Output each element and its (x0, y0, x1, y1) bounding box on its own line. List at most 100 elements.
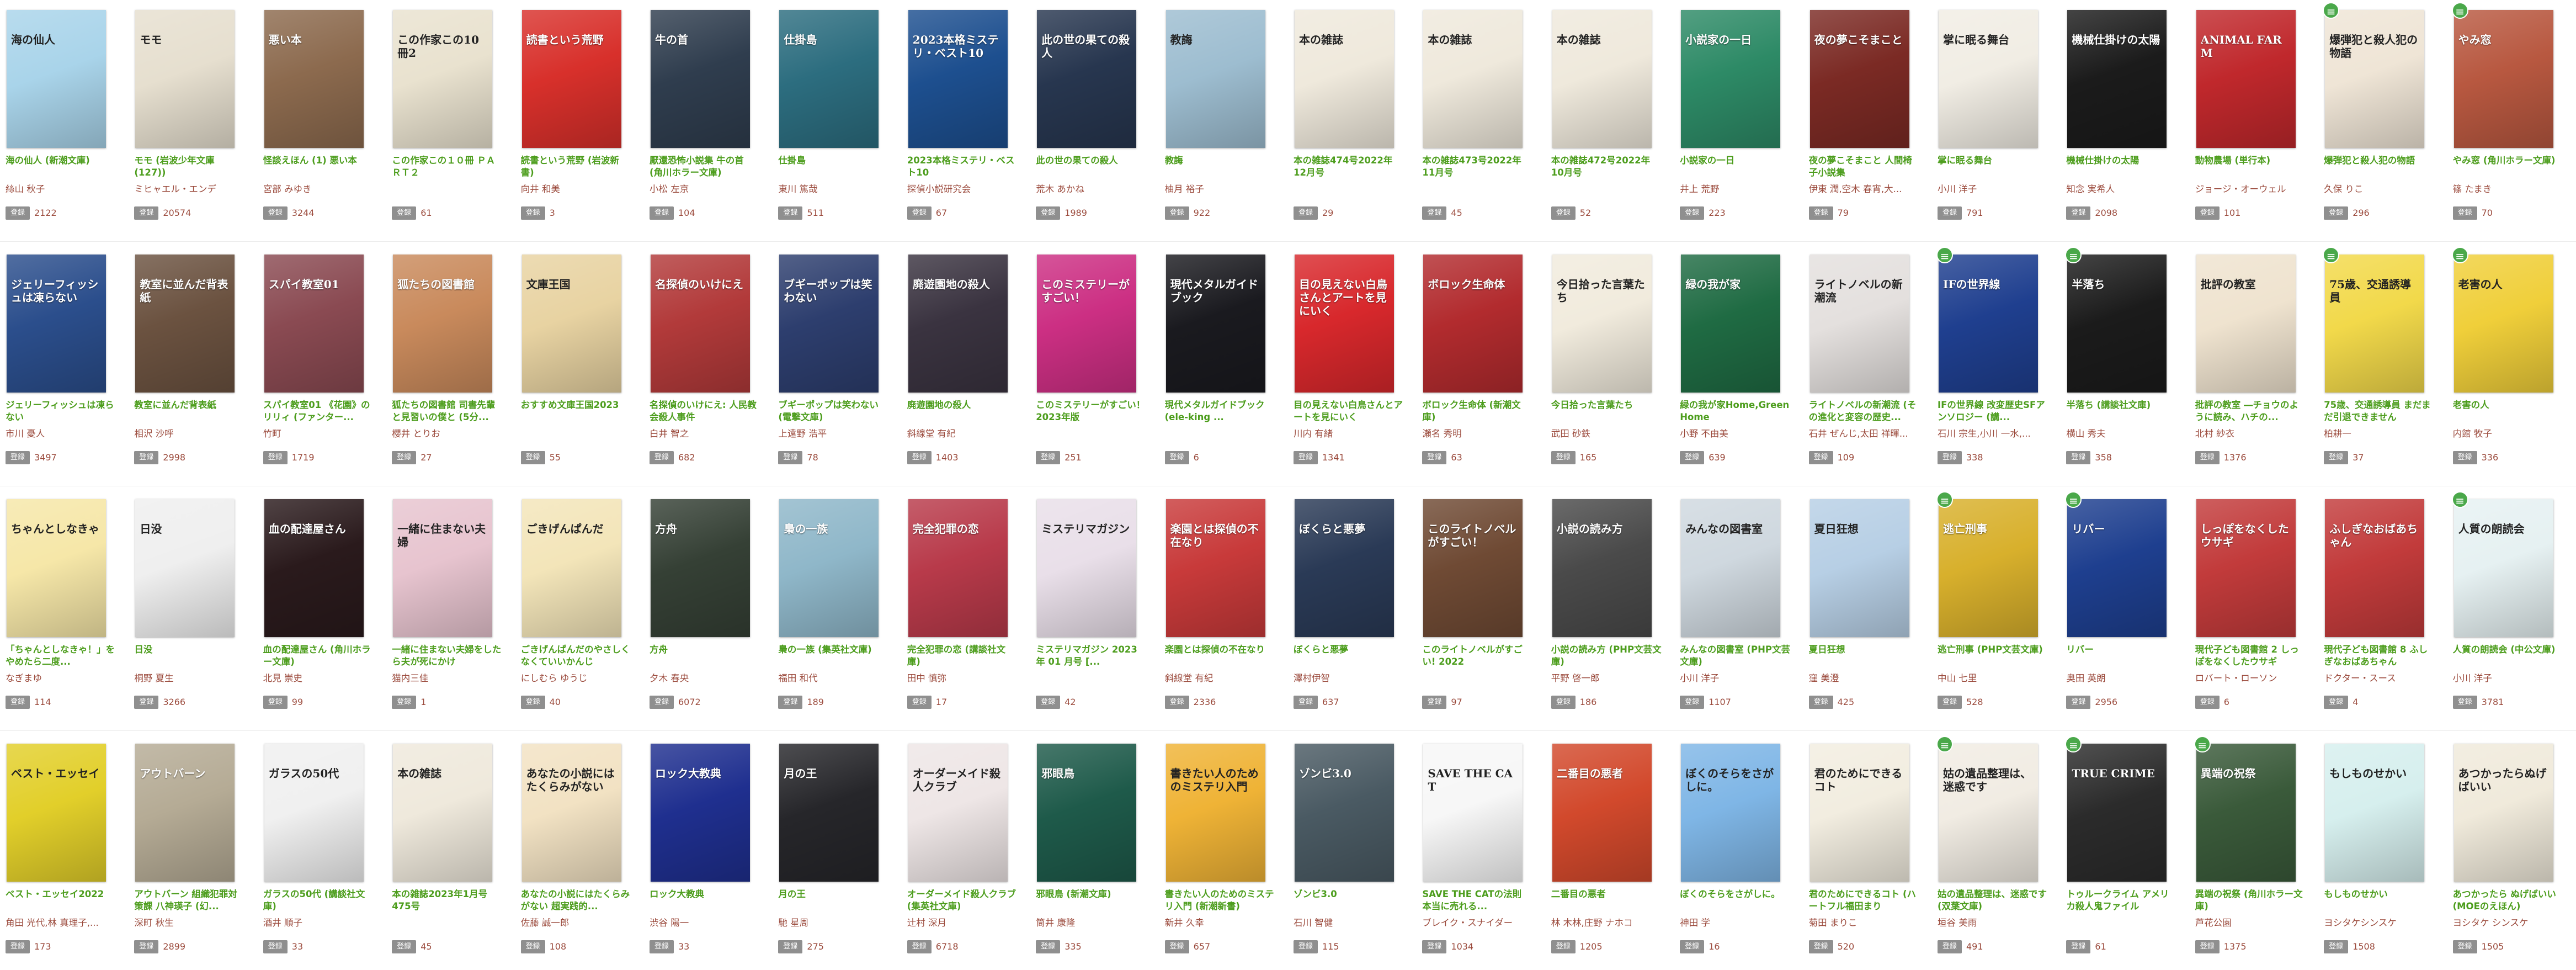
book-author-link[interactable]: 相沢 沙呼 (134, 428, 244, 440)
register-button[interactable]: 登録 (1294, 696, 1318, 709)
book-title-link[interactable]: 小説の読み方 (PHP文芸文庫) (1551, 644, 1662, 668)
book-author-link[interactable]: 石井 ぜんじ,太田 祥暉... (1809, 428, 1919, 440)
book-title-link[interactable]: オーダーメイド殺人クラブ (集英社文庫) (907, 888, 1018, 913)
register-button[interactable]: 登録 (2324, 206, 2349, 220)
book-author-link[interactable]: 新井 久幸 (1165, 917, 1275, 929)
book-title-link[interactable]: 爆弾犯と殺人犯の物語 (2324, 155, 2434, 179)
book-author-link[interactable]: 神田 学 (1680, 917, 1790, 929)
register-button[interactable]: 登録 (2195, 696, 2220, 709)
book-author-link[interactable]: 中山 七里 (1938, 672, 2048, 685)
book-title-link[interactable]: 本の雑誌473号2022年11月号 (1422, 155, 1532, 179)
register-button[interactable]: 登録 (2066, 206, 2091, 220)
book-author-link[interactable]: ヨシタケ シンスケ (2453, 917, 2563, 929)
book-cover[interactable]: 本の雑誌 (1423, 10, 1523, 148)
book-author-link[interactable]: 筒井 康隆 (1036, 917, 1146, 929)
book-title-link[interactable]: 目の見えない白鳥さんとアートを見にいく (1294, 399, 1404, 423)
book-author-link[interactable]: 竹町 (263, 428, 374, 440)
book-author-link[interactable]: 澤村伊智 (1294, 672, 1404, 685)
book-title-link[interactable]: 君のためにできるコト (ハートフル福田まり (1809, 888, 1919, 913)
book-title-link[interactable]: 動物農場 (単行本) (2195, 155, 2306, 179)
book-author-link[interactable]: 奥田 英朗 (2066, 672, 2176, 685)
book-title-link[interactable]: この作家この１０冊 ＰＡＲＴ２ (392, 155, 502, 179)
book-author-link[interactable]: 市川 憂人 (6, 428, 116, 440)
register-button[interactable]: 登録 (1422, 696, 1447, 709)
register-button[interactable]: 登録 (520, 940, 545, 953)
register-button[interactable]: 登録 (1422, 940, 1447, 953)
book-title-link[interactable]: 緑の我が家Home,Green Home (1680, 399, 1790, 423)
book-cover[interactable]: 方舟 (651, 499, 750, 637)
book-author-link[interactable]: 探偵小説研究会 (907, 183, 1018, 195)
book-cover[interactable]: 爆弾犯と殺人犯の物語 (2325, 10, 2425, 148)
book-cover[interactable]: 文庫王国 (521, 255, 621, 393)
book-cover[interactable]: 血の配達屋さん (264, 499, 364, 637)
book-cover[interactable]: IFの世界線 (1939, 255, 2038, 393)
register-button[interactable]: 登録 (778, 206, 803, 220)
book-title-link[interactable]: 姑の遺品整理は、迷惑です (双葉文庫) (1938, 888, 2048, 913)
book-cover[interactable]: 目の見えない白鳥さんとアートを見にいく (1295, 255, 1394, 393)
book-cover[interactable]: 名探偵のいけにえ (651, 255, 750, 393)
register-button[interactable]: 登録 (6, 451, 30, 464)
book-author-link[interactable]: 窪 美澄 (1809, 672, 1919, 685)
book-cover[interactable]: 小説の読み方 (1552, 499, 1652, 637)
register-button[interactable]: 登録 (392, 696, 417, 709)
book-title-link[interactable]: 小説家の一日 (1680, 155, 1790, 179)
book-cover[interactable]: 本の雑誌 (1295, 10, 1394, 148)
book-title-link[interactable]: 血の配達屋さん (角川ホラー文庫) (263, 644, 374, 668)
book-author-link[interactable]: 小野 不由美 (1680, 428, 1790, 440)
book-title-link[interactable]: 梟の一族 (集英社文庫) (778, 644, 888, 668)
book-cover[interactable]: 書きたい人のためのミステリ入門 (1165, 744, 1265, 882)
book-cover[interactable]: TRUE CRIME (2067, 744, 2167, 882)
book-author-link[interactable]: 辻村 深月 (907, 917, 1018, 929)
book-title-link[interactable]: 日没 (134, 644, 244, 668)
register-button[interactable]: 登録 (907, 696, 932, 709)
register-button[interactable]: 登録 (1036, 206, 1061, 220)
book-title-link[interactable]: ゾンビ3.0 (1294, 888, 1404, 913)
book-author-link[interactable]: 小川 洋子 (2453, 672, 2563, 685)
book-cover[interactable]: 二番目の悪者 (1552, 744, 1652, 882)
book-title-link[interactable]: ブギーポップは笑わない (電撃文庫) (778, 399, 888, 423)
book-author-link[interactable]: 伊東 潤,空木 春宵,大... (1809, 183, 1919, 195)
register-button[interactable]: 登録 (134, 451, 159, 464)
book-author-link[interactable]: 知念 実希人 (2066, 183, 2176, 195)
register-button[interactable]: 登録 (392, 940, 417, 953)
register-button[interactable]: 登録 (2452, 696, 2477, 709)
book-title-link[interactable]: 二番目の悪者 (1551, 888, 1662, 913)
book-title-link[interactable]: 75歳、交通誘導員 まだまだ引退できません (2324, 399, 2434, 423)
register-button[interactable]: 登録 (1808, 940, 1833, 953)
register-button[interactable]: 登録 (520, 451, 545, 464)
book-author-link[interactable]: ロバート・ローソン (2195, 672, 2306, 685)
book-title-link[interactable]: 半落ち (講談社文庫) (2066, 399, 2176, 423)
register-button[interactable]: 登録 (650, 940, 674, 953)
book-author-link[interactable]: 久保 りこ (2324, 183, 2434, 195)
book-cover[interactable]: ふしぎなおばあちゃん (2325, 499, 2425, 637)
book-cover[interactable]: 読書という荒野 (521, 10, 621, 148)
book-author-link[interactable]: 福田 和代 (778, 672, 888, 685)
book-title-link[interactable]: あなたの小説にはたくらみがない 超実践的... (521, 888, 631, 913)
book-cover[interactable]: あつかったらぬげばいい (2453, 744, 2553, 882)
book-title-link[interactable]: 此の世の果ての殺人 (1036, 155, 1146, 179)
register-button[interactable]: 登録 (1036, 696, 1061, 709)
register-button[interactable]: 登録 (1164, 206, 1189, 220)
register-button[interactable]: 登録 (1551, 940, 1576, 953)
book-cover[interactable]: ちゃんとしなきゃ (7, 499, 106, 637)
book-author-link[interactable]: 小川 洋子 (1938, 183, 2048, 195)
book-author-link[interactable]: 内館 牧子 (2453, 428, 2563, 440)
book-cover[interactable]: ベスト・エッセイ (7, 744, 106, 882)
book-cover[interactable]: 夏日狂想 (1809, 499, 1909, 637)
register-button[interactable]: 登録 (6, 696, 30, 709)
book-author-link[interactable]: 石川 宗生,小川 一水,... (1938, 428, 2048, 440)
register-button[interactable]: 登録 (778, 451, 803, 464)
book-cover[interactable]: この作家この10冊2 (393, 10, 493, 148)
book-cover[interactable]: ゾンビ3.0 (1295, 744, 1394, 882)
book-author-link[interactable]: 北見 崇史 (263, 672, 374, 685)
book-title-link[interactable]: IFの世界線 改変歴史SFアンソロジー (講... (1938, 399, 2048, 423)
book-cover[interactable]: 一緒に住まない夫婦 (393, 499, 493, 637)
register-button[interactable]: 登録 (1680, 451, 1705, 464)
book-title-link[interactable]: みんなの図書室 (PHP文芸文庫) (1680, 644, 1790, 668)
register-button[interactable]: 登録 (1422, 451, 1447, 464)
book-cover[interactable]: 月の王 (779, 744, 879, 882)
book-title-link[interactable]: 仕掛島 (778, 155, 888, 179)
book-title-link[interactable]: 名探偵のいけにえ: 人民教会殺人事件 (650, 399, 760, 423)
register-button[interactable]: 登録 (1808, 451, 1833, 464)
register-button[interactable]: 登録 (907, 940, 932, 953)
